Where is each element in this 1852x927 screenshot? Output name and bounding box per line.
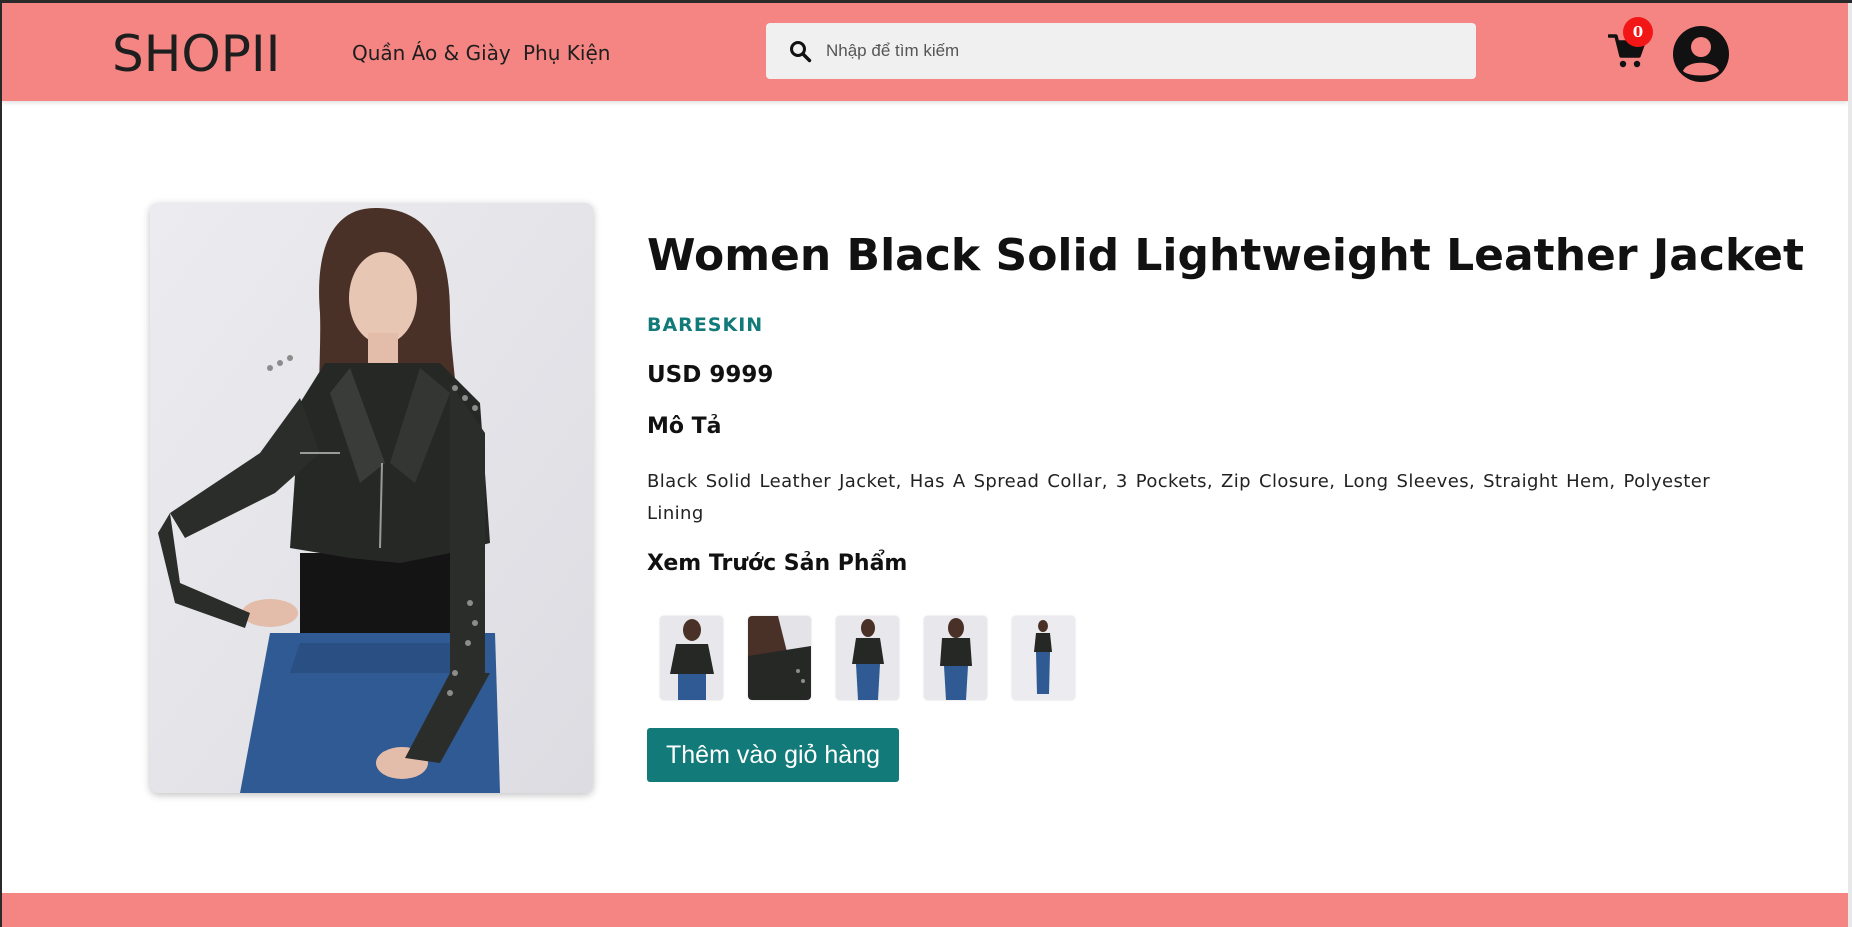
- thumbnail-5[interactable]: [1012, 616, 1075, 700]
- nav-accessories[interactable]: Phụ Kiện: [523, 41, 610, 65]
- user-avatar-icon[interactable]: [1673, 26, 1729, 82]
- search-input[interactable]: [826, 31, 1456, 71]
- thumbnail-1[interactable]: [660, 616, 723, 700]
- footer-bar: [2, 893, 1848, 927]
- product-description: Black Solid Leather Jacket, Has A Spread…: [647, 471, 1710, 524]
- description-heading: Mô Tả: [647, 414, 722, 439]
- product-price: USD 9999: [647, 362, 774, 388]
- page-scrollbar[interactable]: [1848, 3, 1852, 927]
- product-title: Women Black Solid Lightweight Leather Ja…: [647, 230, 1804, 281]
- product-main-image: [150, 203, 593, 793]
- thumbnail-3[interactable]: [836, 616, 899, 700]
- search-icon[interactable]: [788, 39, 812, 63]
- preview-heading: Xem Trước Sản Phẩm: [647, 551, 908, 576]
- thumbnail-2[interactable]: [748, 616, 811, 700]
- search-bar[interactable]: [766, 23, 1476, 79]
- top-navbar: SHOPII Quần Áo & Giày Phụ Kiện 0: [2, 3, 1848, 101]
- nav-clothing-shoes[interactable]: Quần Áo & Giày: [352, 41, 511, 65]
- thumbnail-4[interactable]: [924, 616, 987, 700]
- product-brand[interactable]: BARESKIN: [647, 314, 763, 336]
- shop-logo[interactable]: SHOPII: [112, 25, 280, 83]
- cart-count-badge: 0: [1623, 17, 1653, 47]
- add-to-cart-button[interactable]: Thêm vào giỏ hàng: [647, 728, 899, 782]
